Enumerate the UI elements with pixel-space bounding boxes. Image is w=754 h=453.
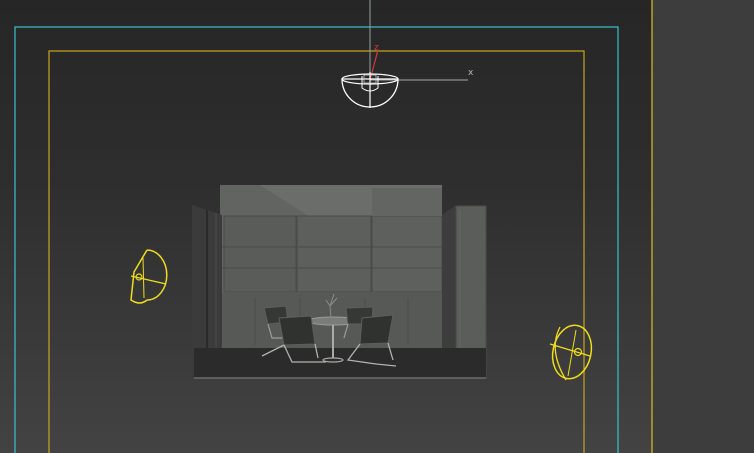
top-soffit [372, 188, 442, 216]
gizmo-axis-x-label: x [468, 68, 474, 78]
spotlight-right-icon[interactable] [548, 322, 596, 383]
spotlight-top-selected-icon[interactable] [341, 0, 468, 108]
wall-panel-center [296, 215, 372, 293]
scene-canvas[interactable] [0, 0, 754, 453]
room-model[interactable] [192, 185, 487, 379]
wall-panel-left [223, 215, 297, 293]
spotlight-left-icon[interactable] [130, 249, 168, 304]
floor [194, 348, 486, 378]
gizmo-axis-z-label: z [374, 43, 379, 53]
wall-panel-right [371, 215, 443, 293]
perspective-viewport[interactable]: x z [0, 0, 754, 453]
